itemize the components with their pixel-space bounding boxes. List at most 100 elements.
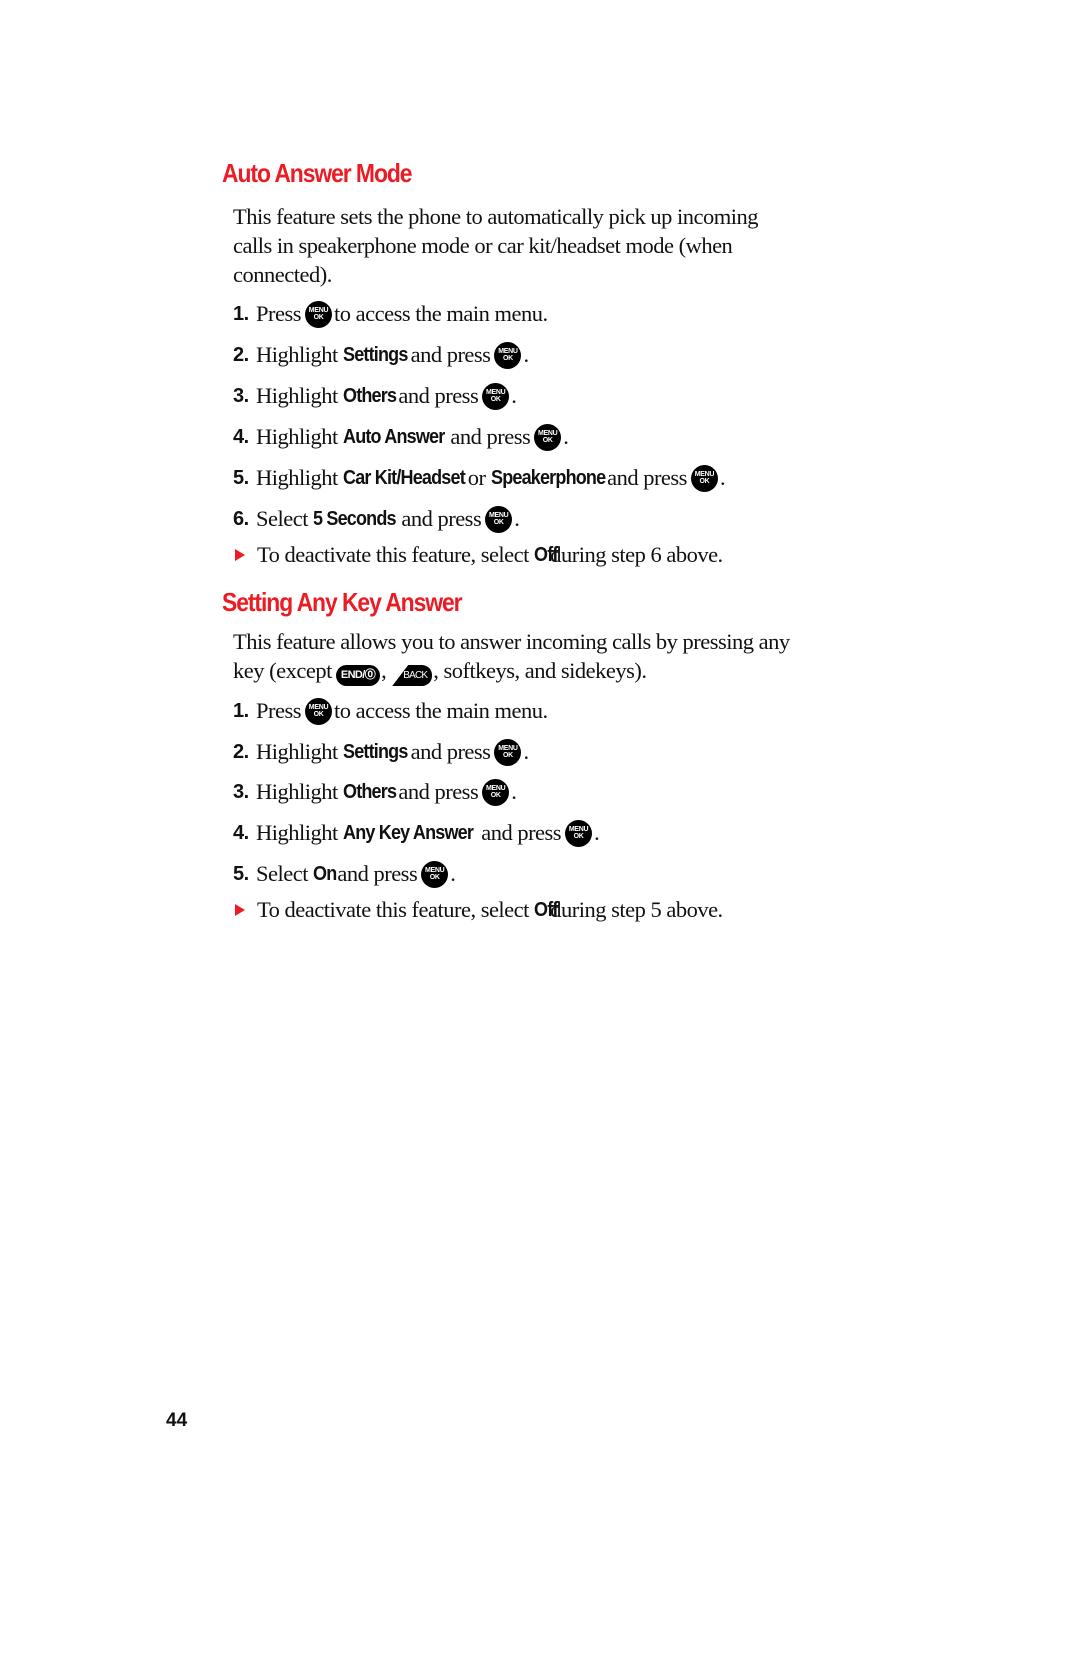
step-number: 6. (233, 508, 249, 530)
step-5: 5. Highlight Car Kit/Headset or Speakerp… (233, 463, 756, 493)
step-3: 3. Highlight Others and press MENU OK. (233, 777, 525, 807)
section-title-auto-answer-mode: Auto Answer Mode (222, 158, 413, 188)
intro-line: This feature sets the phone to automatic… (233, 204, 758, 229)
back-key-icon: BACK (392, 665, 433, 686)
step-text: and press (401, 506, 482, 531)
bullet-arrow-icon (235, 904, 245, 916)
menu-ok-key-icon: MENU OK (565, 819, 593, 847)
menu-ok-key-icon: MENU OK (482, 382, 510, 410)
menu-option-others: Others (342, 781, 397, 803)
step-text: Highlight (256, 383, 338, 408)
note-text: To deactivate this feature, select (257, 897, 529, 922)
step-text: and press (450, 424, 531, 449)
intro-line: calls in speakerphone mode or car kit/he… (233, 233, 733, 258)
menu-ok-key-icon: MENU OK (305, 697, 333, 725)
step-text: Highlight (256, 779, 338, 804)
menu-ok-key-icon: MENU OK (690, 464, 718, 492)
menu-ok-key-icon: MENU OK (305, 300, 333, 328)
step-text: and press (410, 342, 491, 367)
period: . (563, 424, 569, 449)
period: . (511, 779, 517, 804)
period: . (523, 342, 529, 367)
menu-option-off: Off (534, 544, 558, 566)
step-number: 4. (233, 426, 249, 448)
step-5: 5. Select On and press MENU OK. (233, 859, 462, 889)
deactivate-note: To deactivate this feature, select Off d… (233, 540, 738, 570)
step-text: and press (398, 383, 479, 408)
step-text: Select (256, 861, 308, 886)
deactivate-note: To deactivate this feature, select Off d… (233, 895, 738, 925)
intro-line: key (except (233, 658, 332, 683)
menu-option-car-kit-headset: Car Kit/Headset (342, 467, 466, 489)
note-text: during step 6 above. (550, 542, 723, 567)
menu-option-settings: Settings (342, 344, 408, 366)
bullet-arrow-icon (235, 549, 245, 561)
intro-line: connected). (233, 262, 332, 287)
period: . (450, 861, 456, 886)
step-text: Highlight (256, 465, 338, 490)
step-text: or (467, 465, 486, 490)
menu-ok-key-icon: MENU OK (494, 738, 522, 766)
menu-ok-key-icon: MENU OK (485, 505, 513, 533)
step-number: 5. (233, 863, 249, 885)
step-text: Highlight (256, 342, 338, 367)
section-intro-auto-answer: This feature sets the phone to automatic… (233, 202, 873, 289)
menu-option-speakerphone: Speakerphone (490, 467, 606, 489)
step-4: 4. Highlight Auto Answer and press MENU O… (233, 422, 579, 452)
step-number: 1. (233, 303, 249, 325)
menu-option-auto-answer: Auto Answer (342, 426, 445, 448)
step-text: Highlight (256, 424, 338, 449)
intro-line: , softkeys, and sidekeys). (433, 658, 647, 683)
period: . (511, 383, 517, 408)
menu-option-any-key-answer: Any Key Answer (342, 822, 474, 844)
period: . (594, 820, 600, 845)
step-6: 6. Select 5 Seconds and press MENU OK. (233, 504, 528, 534)
step-4: 4. Highlight Any Key Answer and press ME… (233, 818, 611, 848)
step-number: 1. (233, 700, 249, 722)
step-1: 1. Press MENU OK to access the main menu. (233, 299, 548, 329)
period: . (514, 506, 520, 531)
menu-ok-key-icon: MENU OK (534, 423, 562, 451)
step-text: Press (256, 301, 302, 326)
step-3: 3. Highlight Others and press MENU OK. (233, 381, 525, 411)
step-text: and press (607, 465, 687, 490)
section-title-setting-any-key-answer: Setting Any Key Answer (222, 587, 463, 617)
intro-line: This feature allows you to answer incomi… (233, 629, 790, 654)
step-text: Press (256, 698, 302, 723)
step-text: Highlight (256, 739, 338, 764)
menu-ok-key-icon: MENU OK (482, 778, 510, 806)
note-text: during step 5 above. (550, 897, 723, 922)
menu-option-on: On (313, 863, 337, 885)
menu-ok-key-icon: MENU OK (494, 341, 522, 369)
step-number: 2. (233, 344, 249, 366)
period: . (719, 465, 726, 490)
step-number: 3. (233, 385, 249, 407)
menu-option-off: Off (534, 899, 558, 921)
page-number: 44 (166, 1410, 188, 1431)
note-text: To deactivate this feature, select (257, 542, 529, 567)
step-text: Select (256, 506, 308, 531)
end-power-key-icon: END/⓪ (335, 665, 381, 686)
step-number: 2. (233, 741, 249, 763)
step-text: to access the main menu. (334, 301, 548, 326)
step-text: and press (398, 779, 479, 804)
step-text: and press (481, 820, 562, 845)
step-2: 2. Highlight Settings and press MENU OK. (233, 737, 538, 767)
menu-ok-key-icon: MENU OK (421, 860, 449, 888)
menu-option-others: Others (342, 385, 397, 407)
step-number: 4. (233, 822, 249, 844)
step-text: and press (337, 861, 418, 886)
step-text: Highlight (256, 820, 338, 845)
menu-option-settings: Settings (342, 741, 408, 763)
step-number: 5. (233, 467, 249, 489)
manual-page: Auto Answer Mode This feature sets the p… (0, 0, 1080, 1669)
section-intro-any-key: This feature allows you to answer incomi… (233, 627, 893, 686)
step-text: to access the main menu. (334, 698, 548, 723)
menu-option-5-seconds: 5 Seconds (313, 508, 397, 530)
period: . (523, 739, 529, 764)
step-1: 1. Press MENU OK to access the main menu. (233, 696, 548, 726)
comma: , (381, 658, 387, 683)
step-text: and press (410, 739, 491, 764)
step-2: 2. Highlight Settings and press MENU OK. (233, 340, 538, 370)
step-number: 3. (233, 781, 249, 803)
